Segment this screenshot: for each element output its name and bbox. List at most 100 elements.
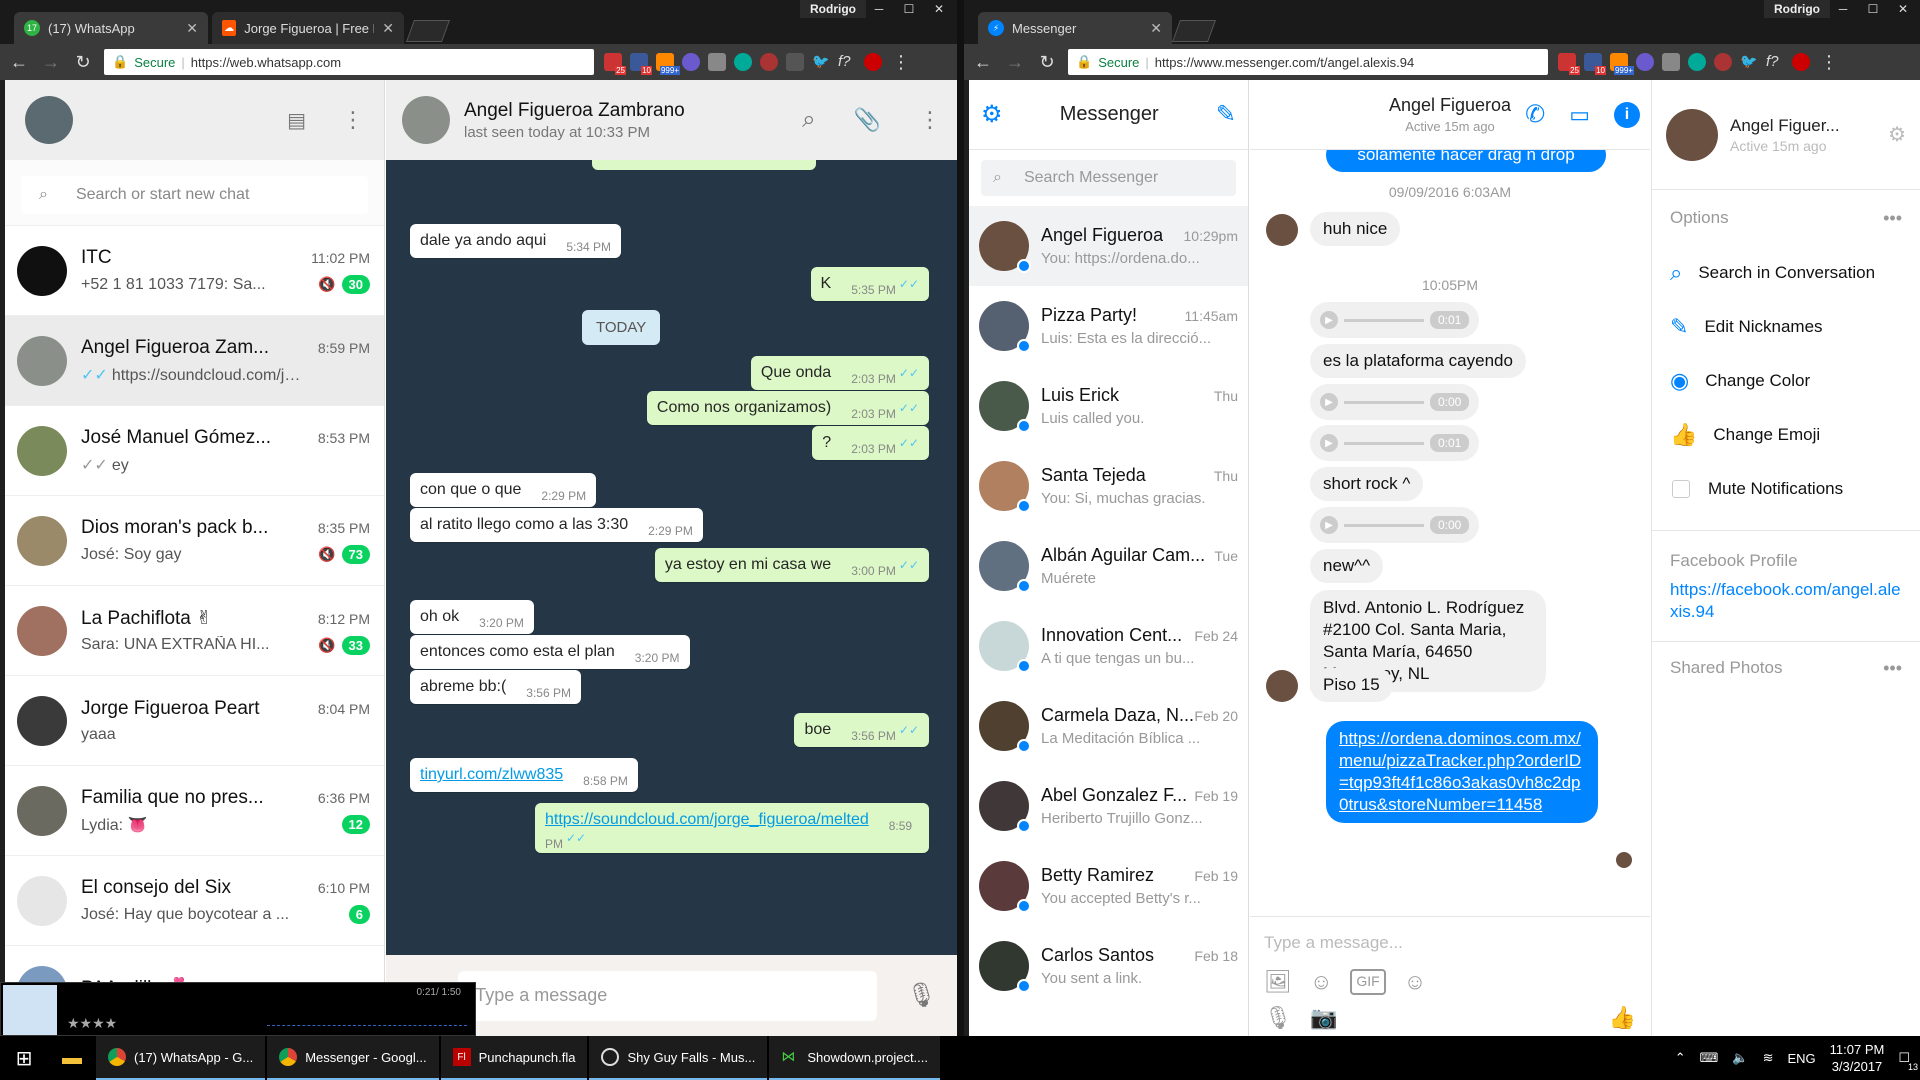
sticker-icon[interactable]: ☺ [1310,969,1332,995]
play-icon[interactable]: ▶ [1320,516,1338,534]
extension-icon[interactable] [682,53,700,71]
taskbar-item-whatsapp[interactable]: (17) WhatsApp - G... [96,1036,266,1080]
chrome-menu-icon[interactable]: ⋮ [1818,52,1840,73]
url-field[interactable]: 🔒 Secure | https://web.whatsapp.com [104,49,594,75]
profile-button[interactable]: Rodrigo [1764,0,1830,18]
forward-icon[interactable]: → [1004,52,1026,73]
more-icon[interactable]: ••• [1883,658,1902,679]
close-tab-icon[interactable]: ✕ [186,20,198,37]
audio-message[interactable]: ▶ 0:01 [1310,425,1480,461]
search-input[interactable]: ⌕ Search or start new chat [21,176,368,214]
phone-icon[interactable]: ✆ [1525,100,1545,129]
my-avatar[interactable] [25,96,73,144]
rating-stars[interactable]: ★★★★ [67,1015,117,1032]
contact-avatar[interactable] [1266,214,1298,246]
maximize-icon[interactable]: ☐ [894,0,924,18]
thread-list-item[interactable]: Carlos Santos Feb 18 You sent a link. [969,926,1248,1006]
taskbar-item-music[interactable]: Shy Guy Falls - Mus... [589,1036,768,1080]
more-icon[interactable]: ••• [1883,208,1902,229]
forward-icon[interactable]: → [40,52,62,73]
search-icon[interactable]: ⌕ [802,106,815,134]
tab-messenger[interactable]: ⚡ Messenger ✕ [978,12,1172,44]
formula-extension-icon[interactable]: f? [838,53,856,71]
back-icon[interactable]: ← [972,52,994,73]
thread-list-item[interactable]: Innovation Cent... Feb 24 A ti que tengas … [969,606,1248,686]
extension-icon[interactable] [760,53,778,71]
option-emoji[interactable]: 👍 Change Emoji [1652,408,1920,462]
twitter-extension-icon[interactable]: 🐦 [812,53,830,71]
thread-list-item[interactable]: Albán Aguilar Cam... Tue Muérete [969,526,1248,606]
info-icon[interactable]: i [1614,101,1640,128]
chat-list-item[interactable]: La Pachiflota ✌ 8:12 PM Sara: UNA EXTRAÑA … [5,586,384,676]
message-input[interactable]: | Type a message [458,970,877,1021]
chat-list-item[interactable]: Dios moran's pack b... 8:35 PM José: Soy g… [5,496,384,586]
rss-extension-icon[interactable]: 999+ [656,53,680,75]
close-window-icon[interactable]: ✕ [1888,0,1918,18]
language-indicator[interactable]: ENG [1787,1051,1815,1066]
video-icon[interactable]: ▭ [1569,102,1590,128]
chat-list-item[interactable]: José Manuel Gómez... 8:53 PM ✓✓ ey [5,406,384,496]
contact-avatar[interactable] [402,96,450,144]
pocket-extension-icon[interactable] [708,53,726,71]
audio-message[interactable]: ▶ 0:00 [1310,507,1480,543]
adblock-extension-icon[interactable] [1792,53,1810,71]
minimize-icon[interactable]: ─ [1828,0,1858,18]
contact-avatar[interactable] [1666,108,1718,161]
settings-icon[interactable]: ⚙ [981,100,1003,129]
extension-icon[interactable] [1714,53,1732,71]
play-icon[interactable]: ▶ [1320,393,1338,411]
chevron-up-icon[interactable]: ⌃ [1675,1050,1686,1066]
message-input[interactable]: Type a message... [1250,917,1650,969]
facebook-extension-icon[interactable]: 10 [630,53,652,75]
file-explorer-icon[interactable]: ▬ [48,1047,96,1070]
emoji-icon[interactable]: ☺ [1404,969,1426,995]
option-search[interactable]: ⌕ Search in Conversation [1652,246,1920,300]
contact-name[interactable]: Angel Figueroa Zambrano [464,100,788,122]
option-nicknames[interactable]: ✎ Edit Nicknames [1652,300,1920,354]
thread-list-item[interactable]: Abel Gonzalez F... Feb 19 Heriberto Trujil… [969,766,1248,846]
checkbox[interactable] [1672,480,1690,498]
thread-list-item[interactable]: Angel Figueroa 10:29pm You: https://ordena… [969,206,1248,286]
photo-icon[interactable]: 🖼 [1264,969,1292,995]
status-icon[interactable]: ▤ [287,108,306,133]
microphone-icon[interactable]: 🎙 [1264,1005,1292,1031]
menu-icon[interactable]: ⋮ [342,107,364,133]
play-icon[interactable]: ▶ [1320,311,1338,329]
contact-name[interactable]: Angel Figueroa [1389,95,1511,116]
message-link[interactable]: https://soundcloud.com/jorge_figueroa/me… [545,811,869,828]
new-tab-button[interactable] [405,20,451,42]
chat-list-item[interactable]: Angel Figueroa Zam... 8:59 PM ✓✓ https://so… [5,316,384,406]
volume-icon[interactable]: 🔈 [1732,1050,1748,1066]
facebook-extension-icon[interactable]: 10 [1584,53,1606,75]
close-tab-icon[interactable]: ✕ [382,20,394,37]
close-window-icon[interactable]: ✕ [924,0,954,18]
extension-icon[interactable] [734,53,752,71]
compose-icon[interactable]: ✎ [1216,100,1236,129]
extension-icon[interactable] [1688,53,1706,71]
fb-profile-link[interactable]: https://facebook.com/angel.alexis.94 [1652,571,1920,631]
gmail-extension-icon[interactable]: 25 [604,53,626,75]
link-url[interactable]: https://ordena.dominos.com.mx/menu/pizza… [1339,729,1581,814]
progress-bar[interactable] [267,1025,467,1026]
message-link[interactable]: tinyurl.com/zlww835 [420,766,563,783]
profile-button[interactable]: Rodrigo [800,0,866,18]
audio-message[interactable]: ▶ 0:00 [1310,384,1480,420]
gear-icon[interactable]: ⚙ [1888,122,1906,147]
chrome-menu-icon[interactable]: ⋮ [890,52,912,73]
chat-list-item[interactable]: Jorge Figueroa Peart 8:04 PM yaaa [5,676,384,766]
contact-avatar[interactable] [1266,670,1298,702]
tab-whatsapp[interactable]: 17 (17) WhatsApp ✕ [14,12,208,44]
thread-list-item[interactable]: Pizza Party! 11:45am Luis: Esta es la dire… [969,286,1248,366]
menu-icon[interactable]: ⋮ [919,107,941,133]
notification-icon[interactable]: ☐ 13 [1898,1050,1918,1072]
link-message[interactable]: https://ordena.dominos.com.mx/menu/pizza… [1326,721,1598,823]
thread-list-item[interactable]: Carmela Daza, N... Feb 20 La Meditación Bí… [969,686,1248,766]
search-input[interactable]: ⌕ Search Messenger [981,160,1236,196]
twitter-extension-icon[interactable]: 🐦 [1740,53,1758,71]
maximize-icon[interactable]: ☐ [1858,0,1888,18]
reload-icon[interactable]: ↻ [1036,52,1058,73]
option-mute[interactable]: Mute Notifications [1652,462,1920,516]
taskbar-item-messenger[interactable]: Messenger - Googl... [267,1036,439,1080]
gmail-extension-icon[interactable]: 25 [1558,53,1580,75]
audio-message[interactable]: ▶ 0:01 [1310,302,1480,338]
